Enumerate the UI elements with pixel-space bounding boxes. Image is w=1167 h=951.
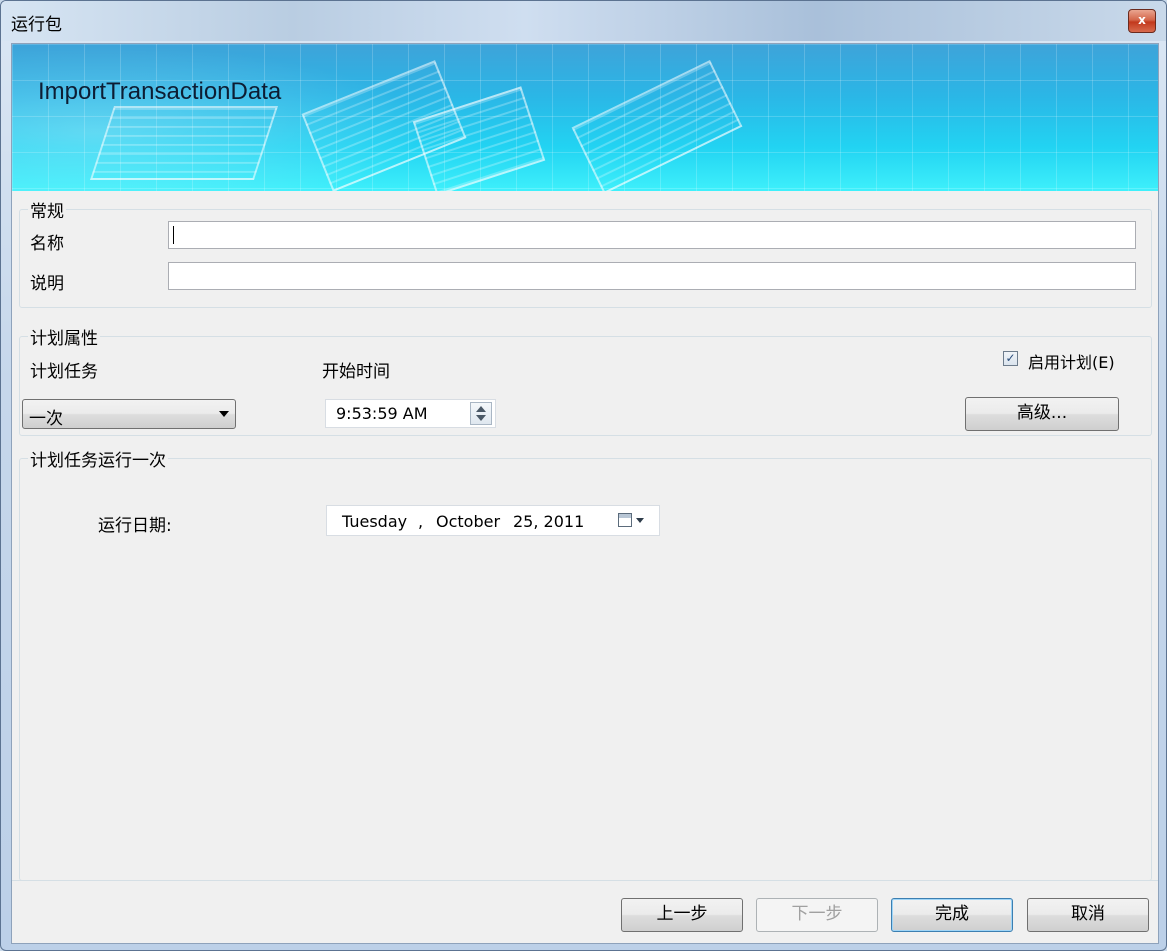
window-title: 运行包: [11, 15, 62, 35]
date-month[interactable]: October: [436, 512, 500, 531]
start-time-label: 开始时间: [322, 362, 390, 382]
schedule-task-value: 一次: [29, 409, 63, 429]
description-input[interactable]: [168, 262, 1136, 290]
footer-divider: [12, 880, 1158, 881]
name-input[interactable]: [168, 221, 1136, 249]
dialog-client-area: ImportTransactionData 常规 名称 说明 计划属性 计划任务…: [11, 43, 1159, 944]
title-bar[interactable]: 运行包 x: [1, 1, 1166, 41]
package-name: ImportTransactionData: [38, 78, 282, 105]
header-banner: ImportTransactionData: [12, 44, 1158, 191]
close-icon[interactable]: x: [1128, 9, 1156, 33]
general-legend: 常规: [30, 202, 64, 222]
chevron-down-icon[interactable]: [636, 518, 644, 523]
back-button[interactable]: 上一步: [621, 898, 743, 932]
schedule-legend: 计划属性: [30, 329, 98, 349]
banner-paper-illustration: [89, 106, 279, 180]
description-label: 说明: [30, 274, 64, 294]
next-button[interactable]: 下一步: [756, 898, 878, 932]
spin-up-icon[interactable]: [476, 406, 486, 412]
run-date-label: 运行日期:: [98, 516, 172, 536]
general-group: 常规: [19, 197, 1152, 308]
date-weekday[interactable]: Tuesday: [342, 512, 407, 531]
spin-down-icon[interactable]: [476, 415, 486, 421]
date-separator: ,: [418, 512, 424, 531]
enable-schedule-label[interactable]: 启用计划(E): [1028, 349, 1115, 373]
advanced-button[interactable]: 高级...: [965, 397, 1119, 431]
date-day-year[interactable]: 25, 2011: [513, 512, 584, 531]
enable-schedule-checkbox[interactable]: ✓: [1003, 351, 1018, 366]
calendar-icon[interactable]: [618, 513, 632, 527]
run-date-picker[interactable]: Tuesday , October 25, 2011: [326, 505, 660, 536]
checkbox-check-icon: ✓: [1005, 351, 1016, 365]
dropdown-arrow-icon[interactable]: [219, 411, 229, 417]
text-caret: [173, 226, 174, 244]
spinner-icon[interactable]: [470, 402, 492, 425]
start-time-value[interactable]: 9:53:59 AM: [336, 404, 428, 423]
schedule-task-select[interactable]: 一次: [22, 399, 236, 429]
dialog-window: 运行包 x ImportTransactionData 常规 名称 说明 计划属…: [0, 0, 1167, 951]
cancel-button[interactable]: 取消: [1027, 898, 1149, 932]
task-label: 计划任务: [30, 362, 98, 382]
run-once-legend: 计划任务运行一次: [30, 451, 166, 471]
name-label: 名称: [30, 234, 64, 254]
start-time-picker[interactable]: 9:53:59 AM: [325, 399, 496, 428]
finish-button[interactable]: 完成: [891, 898, 1013, 932]
